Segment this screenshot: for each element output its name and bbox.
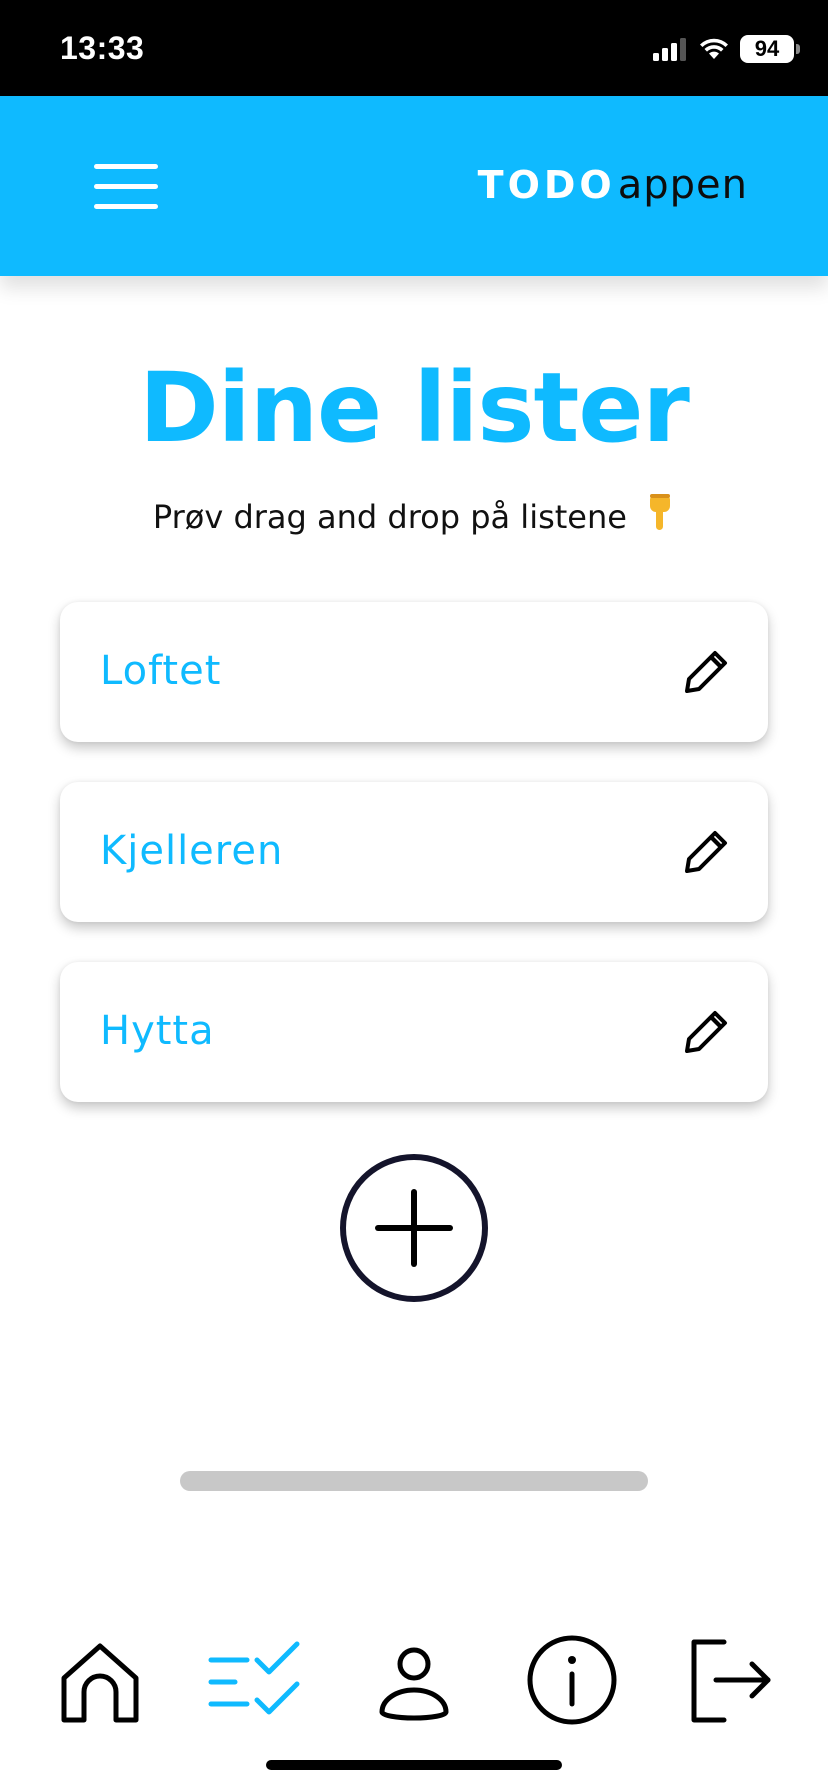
hamburger-menu-icon [94,164,158,209]
cellular-signal-icon [653,38,686,61]
info-icon [527,1635,617,1725]
plus-icon [375,1189,453,1267]
list-card-kjelleren[interactable]: Kjelleren [60,782,768,922]
status-icons: 94 [652,32,800,66]
battery-icon: 94 [740,35,800,63]
status-time: 13:33 [60,30,145,66]
bottom-navigation [0,1630,828,1730]
hamburger-menu-button[interactable] [92,162,160,212]
nav-home[interactable] [50,1630,150,1730]
list-card-loftet[interactable]: Loftet [60,602,768,742]
subtitle-text: Prøv drag and drop på listene [152,498,627,536]
wifi-icon [700,38,728,59]
pencil-edit-icon [685,831,727,873]
page-title: Dine lister [139,352,690,464]
home-indicator[interactable] [266,1760,562,1770]
status-bar: 13:33 94 [0,0,828,96]
app-logo: TODO appen [478,162,748,212]
list-card-hytta[interactable]: Hytta [60,962,768,1102]
pencil-edit-icon [685,1011,727,1053]
pencil-edit-icon [685,651,727,693]
app-header: TODO appen [0,96,828,276]
add-list-button[interactable] [340,1154,488,1302]
checklist-icon [208,1641,300,1715]
pointing-down-icon [645,492,675,540]
nav-logout[interactable] [680,1630,780,1730]
list-card-label: Kjelleren [100,828,284,874]
battery-level: 94 [754,36,780,61]
nav-lists[interactable] [205,1630,305,1730]
edit-list-button[interactable] [684,830,728,874]
logo-light-text: appen [617,162,748,208]
list-card-label: Loftet [100,648,222,694]
page-subtitle: Prøv drag and drop på listene [0,492,828,540]
nav-profile[interactable] [364,1630,464,1730]
user-icon [379,1647,449,1721]
horizontal-scrollbar[interactable] [180,1471,648,1491]
list-card-label: Hytta [100,1008,215,1054]
logout-icon [691,1639,771,1723]
edit-list-button[interactable] [684,650,728,694]
nav-info[interactable] [522,1630,622,1730]
edit-list-button[interactable] [684,1010,728,1054]
home-icon [61,1643,139,1723]
logo-bold-text: TODO [477,163,616,207]
